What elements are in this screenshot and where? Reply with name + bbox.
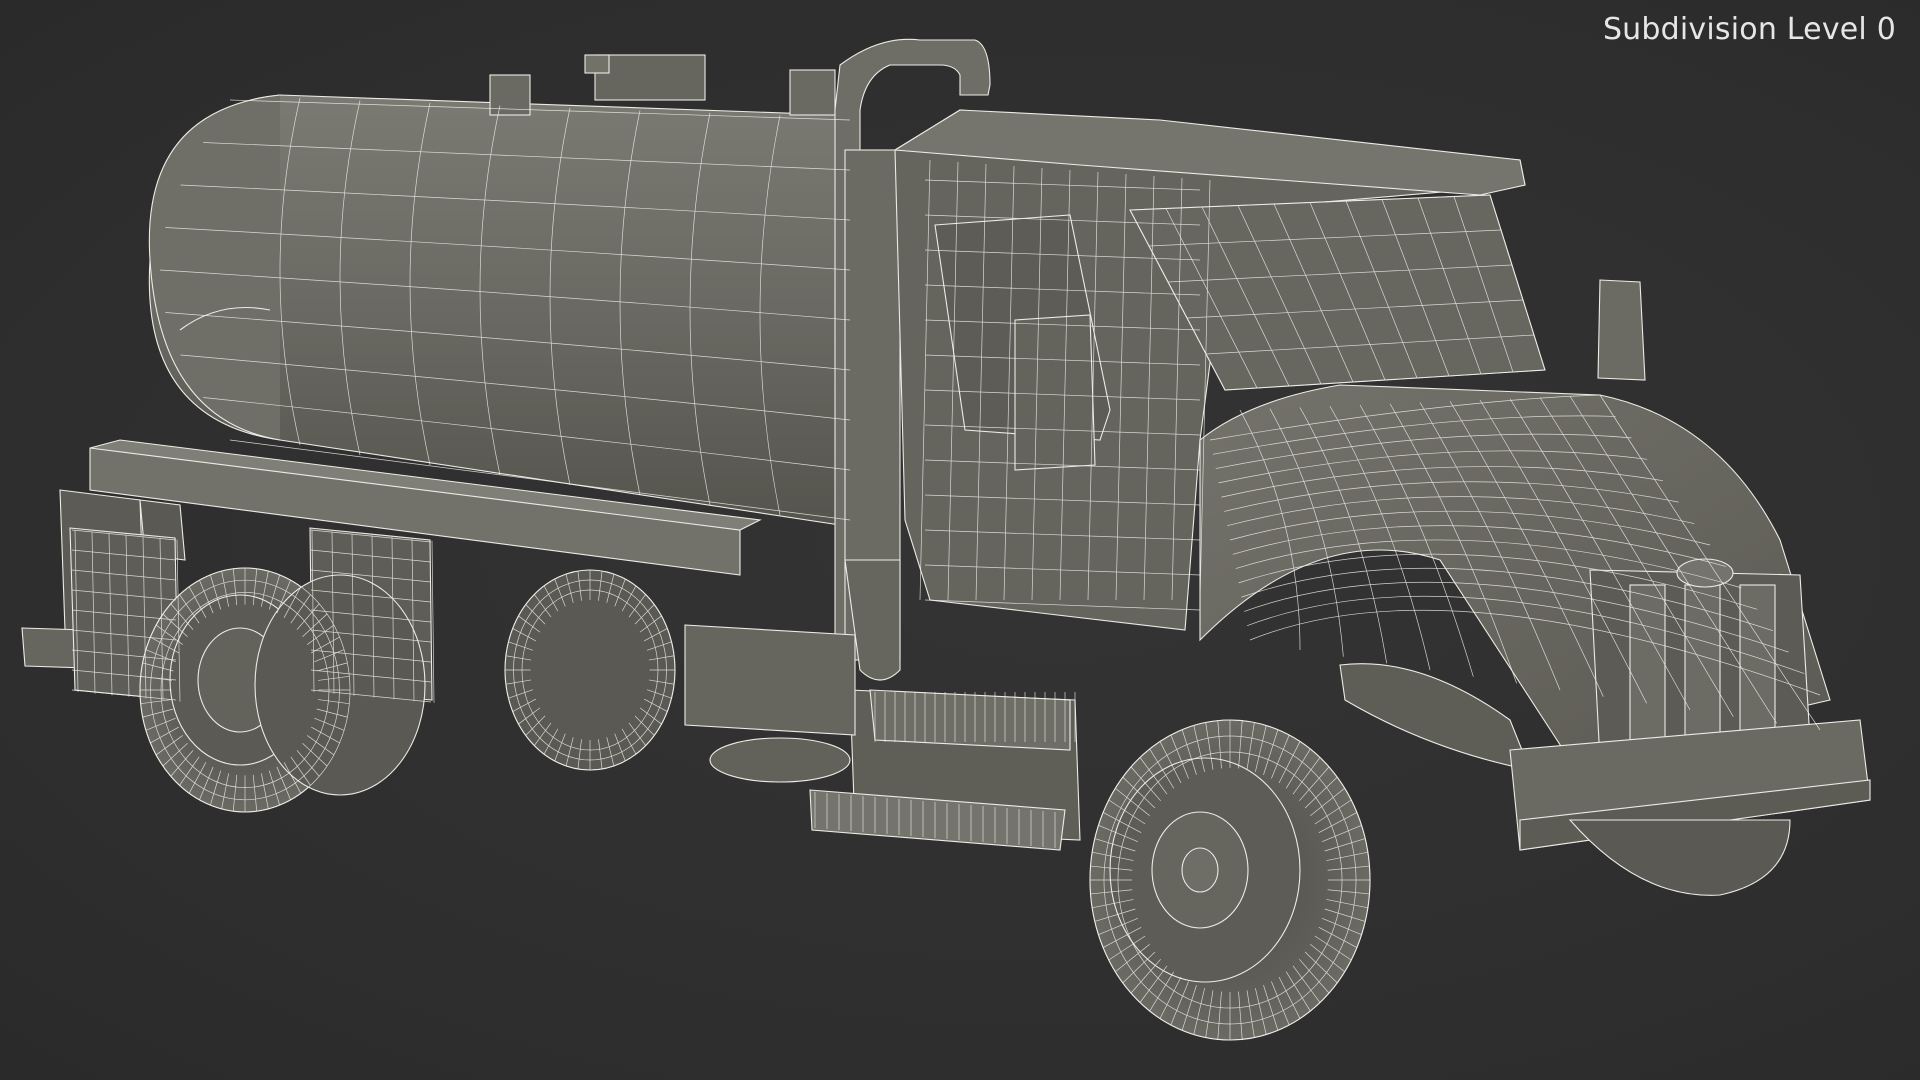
subdivision-level-label: Subdivision Level 0 [1602,12,1896,47]
fuel-tank [684,624,856,736]
truck-wireframe-render [21,38,1871,1041]
headlight [1339,663,1531,771]
front-right-wheel [1568,819,1791,896]
3d-viewport[interactable]: Subdivision Level 0 [0,0,1920,1080]
rear-wheel [139,567,426,813]
air-tank [709,737,851,783]
